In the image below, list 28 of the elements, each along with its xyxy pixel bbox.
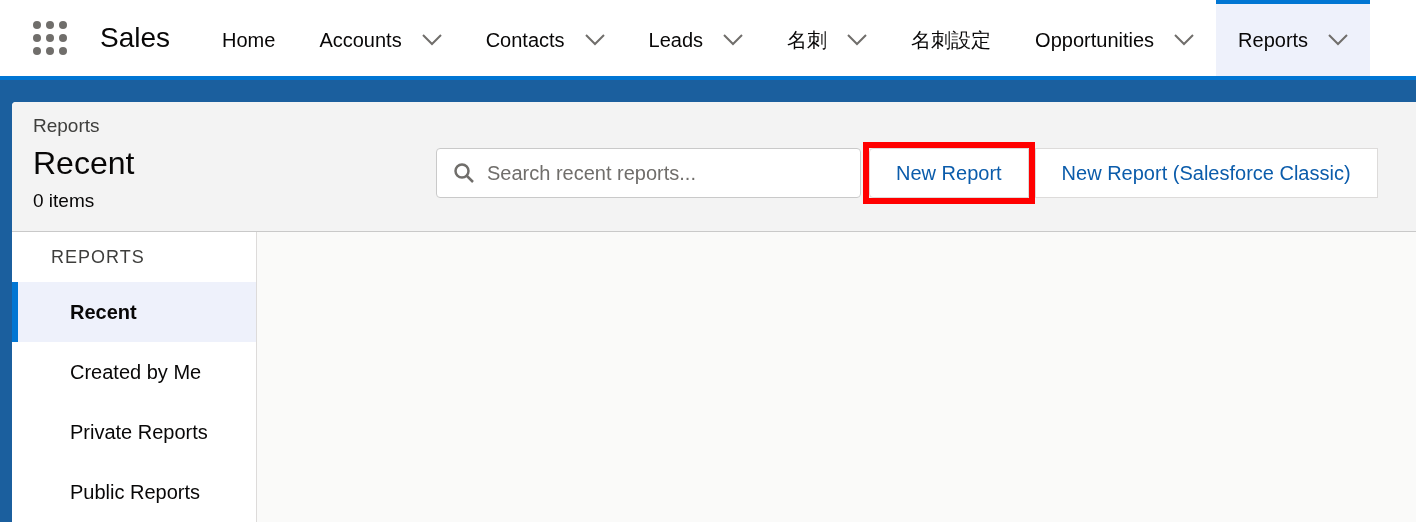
chevron-down-icon[interactable] [847, 34, 868, 46]
sidebar-item[interactable]: Public Reports [12, 462, 256, 522]
breadcrumb[interactable]: Reports [33, 112, 436, 141]
nav-tab[interactable]: 名刺 [765, 0, 890, 76]
nav-tab[interactable]: Contacts [463, 0, 627, 76]
sidebar-item[interactable]: Private Reports [12, 402, 256, 462]
sidebar-heading: REPORTS [50, 246, 146, 269]
app-launcher-icon[interactable] [32, 20, 68, 56]
page-title: Recent [33, 143, 136, 183]
nav-tab[interactable]: 名刺設定 [889, 0, 1014, 76]
sidebar-item[interactable]: Recent [12, 282, 256, 342]
nav-tab[interactable]: Reports [1216, 0, 1371, 76]
nav-tab[interactable]: Leads [626, 0, 766, 76]
nav-tab[interactable]: Home [200, 0, 298, 76]
chevron-down-icon[interactable] [584, 34, 605, 46]
chevron-down-icon[interactable] [1328, 34, 1349, 46]
chevron-down-icon[interactable] [723, 34, 744, 46]
chevron-down-icon[interactable] [1174, 34, 1195, 46]
sidebar-item[interactable]: Created by Me [12, 342, 256, 402]
nav-tab[interactable]: Accounts [297, 0, 464, 76]
search-icon [454, 163, 474, 183]
item-count: 0 items [33, 188, 96, 213]
new-report-button[interactable]: New Report (Salesforce Classic) [1034, 148, 1378, 198]
new-report-button[interactable]: New Report [869, 148, 1029, 198]
chevron-down-icon[interactable] [421, 34, 442, 46]
search-field[interactable]: Search recent reports... [436, 148, 861, 198]
app-name: Sales [100, 21, 172, 55]
nav-tab[interactable]: Opportunities [1013, 0, 1217, 76]
